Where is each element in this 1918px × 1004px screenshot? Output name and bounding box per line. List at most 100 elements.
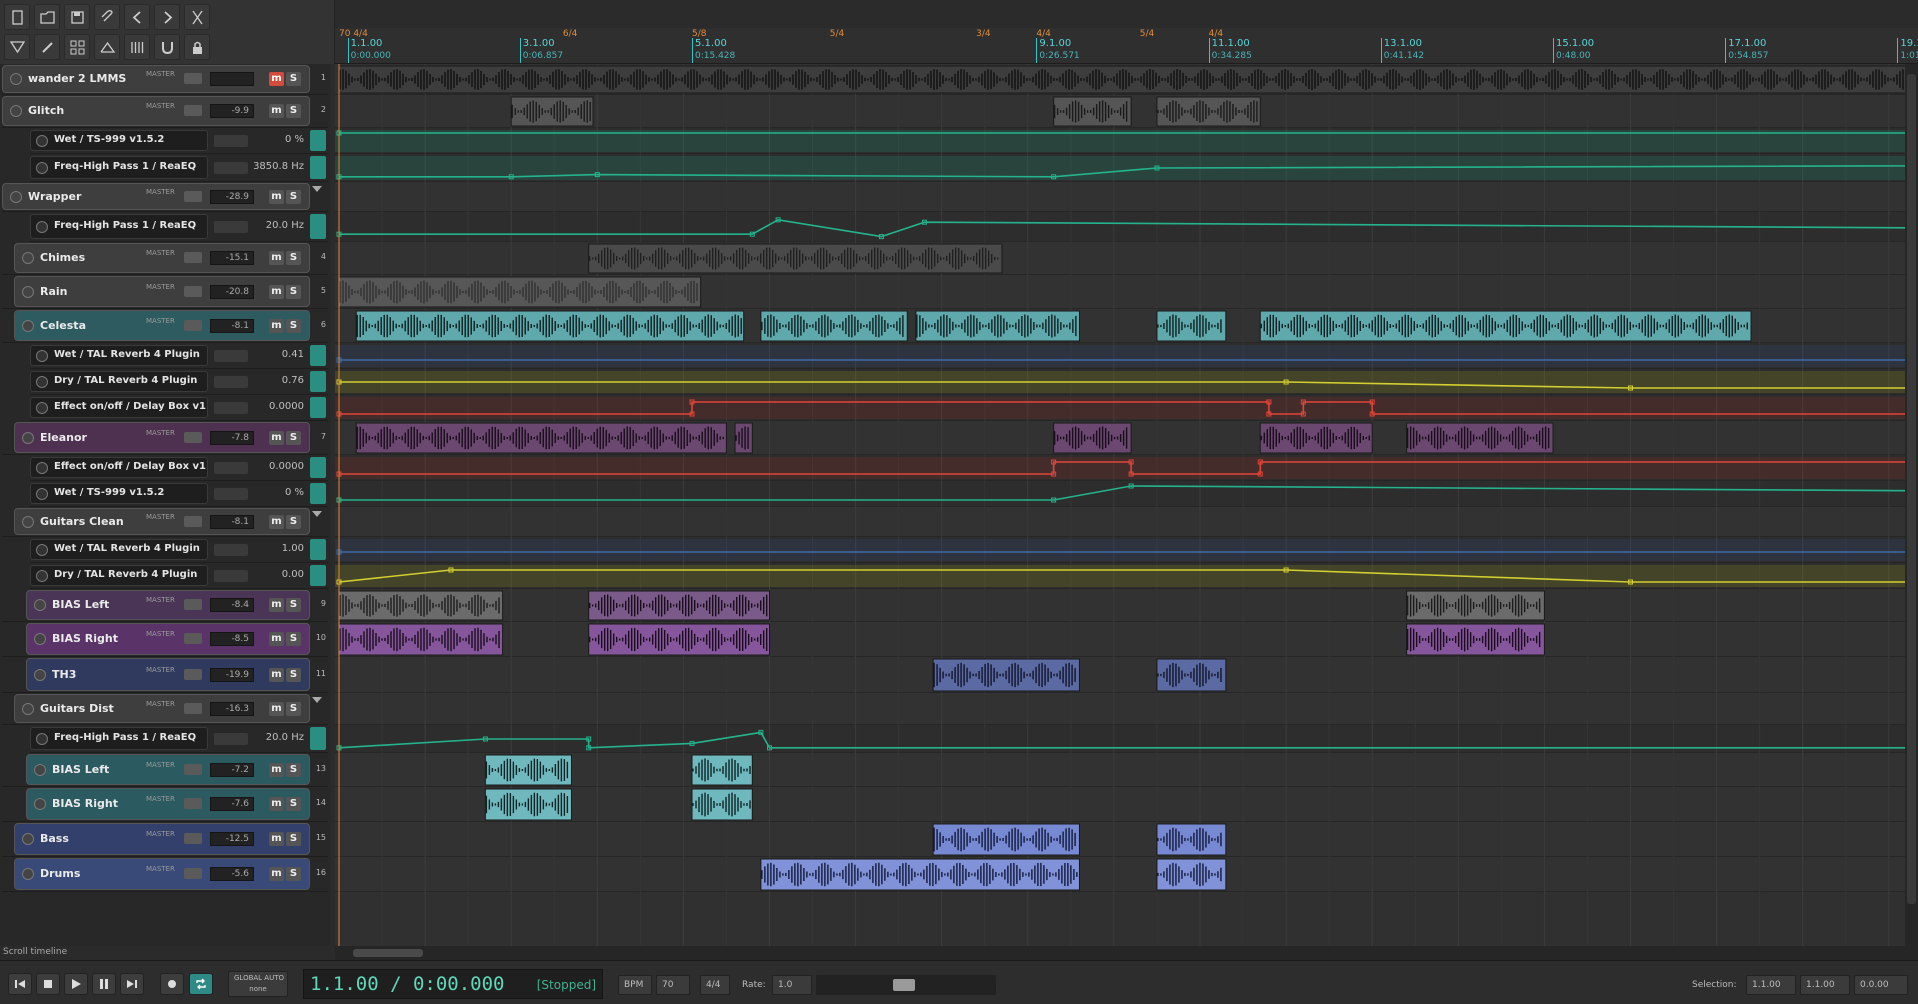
volume-readout[interactable]: -7.8 — [210, 430, 254, 445]
arrange-view[interactable] — [335, 64, 1905, 946]
go-to-end-button[interactable] — [120, 973, 144, 995]
volume-readout[interactable]: -7.2 — [210, 762, 254, 777]
io-button[interactable] — [184, 285, 202, 297]
envelope-arm-button[interactable] — [36, 569, 48, 582]
solo-button[interactable]: S — [286, 104, 301, 118]
record-arm-button[interactable] — [34, 633, 46, 645]
solo-button[interactable]: S — [286, 632, 301, 646]
grid-button[interactable] — [64, 34, 90, 60]
io-button[interactable] — [184, 105, 202, 116]
mute-button[interactable]: m — [269, 797, 284, 811]
volume-readout[interactable]: -9.9 — [210, 104, 254, 118]
track-header[interactable]: Wrapper MASTER -28.9 m S — [2, 182, 328, 212]
ruler-bar-marker[interactable]: 5.1.00 0:15.428 — [692, 38, 735, 63]
mute-button[interactable]: m — [269, 632, 284, 646]
solo-button[interactable]: S — [286, 251, 301, 265]
solo-button[interactable]: S — [286, 72, 301, 86]
rate-field[interactable]: 1.0 — [772, 975, 812, 995]
ripple-button[interactable] — [94, 34, 120, 60]
new-project-button[interactable] — [4, 4, 30, 30]
pause-button[interactable] — [92, 973, 116, 995]
io-button[interactable] — [184, 763, 202, 775]
folder-collapse-icon[interactable] — [312, 186, 322, 192]
track-header[interactable]: Glitch MASTER -9.9 m S 2 — [2, 95, 328, 128]
solo-button[interactable]: S — [286, 667, 301, 682]
mute-button[interactable]: m — [269, 104, 284, 118]
record-arm-button[interactable] — [10, 190, 22, 203]
envelope-lane-header[interactable]: Wet / TS-999 v1.5.2 0 % — [30, 128, 328, 154]
record-arm-button[interactable] — [22, 252, 34, 264]
envelope-arm-button[interactable] — [36, 375, 48, 388]
track-header[interactable]: Guitars Clean MASTER -8.1 m S — [2, 507, 328, 537]
mute-button[interactable]: m — [269, 667, 284, 682]
arrange-canvas[interactable] — [335, 64, 1905, 946]
volume-readout[interactable] — [210, 72, 254, 86]
magnet-button[interactable] — [154, 34, 180, 60]
volume-readout[interactable]: -20.8 — [210, 284, 254, 299]
track-header[interactable]: Bass MASTER -12.5 m S 15 — [2, 822, 328, 857]
track-header[interactable]: Eleanor MASTER -7.8 m S 7 — [2, 421, 328, 455]
lock-button[interactable] — [184, 34, 210, 60]
track-header[interactable]: wander 2 LMMS MASTER m S 1 — [2, 64, 328, 95]
envelope-arm-button[interactable] — [36, 461, 48, 474]
mute-button[interactable]: m — [269, 318, 284, 333]
tempo-marker[interactable]: 5/4 — [830, 29, 844, 39]
record-arm-button[interactable] — [22, 285, 34, 298]
record-arm-button[interactable] — [22, 319, 34, 332]
folder-collapse-icon[interactable] — [312, 697, 322, 703]
track-header[interactable]: BIAS Right MASTER -8.5 m S 10 — [2, 622, 328, 657]
track-header[interactable]: Chimes MASTER -15.1 m S 4 — [2, 242, 328, 275]
envelope-lane-header[interactable]: Freq-High Pass 1 / ReaEQ 3850.8 Hz — [30, 154, 328, 182]
horizontal-scrollbar[interactable] — [335, 946, 1918, 960]
volume-readout[interactable]: -19.9 — [210, 667, 254, 682]
solo-button[interactable]: S — [286, 318, 301, 333]
io-button[interactable] — [184, 702, 202, 714]
envelope-mode-icon[interactable] — [214, 543, 248, 556]
solo-button[interactable]: S — [286, 514, 301, 529]
open-project-button[interactable] — [34, 4, 60, 30]
envelope-arm-button[interactable] — [36, 487, 48, 500]
selection-length[interactable]: 0.0.00 — [1854, 975, 1908, 995]
solo-button[interactable]: S — [286, 284, 301, 299]
track-name[interactable]: Chimes — [40, 250, 85, 266]
record-arm-button[interactable] — [22, 702, 34, 715]
attach-button[interactable] — [94, 4, 120, 30]
mute-button[interactable]: m — [269, 430, 284, 445]
mute-button[interactable]: m — [269, 867, 284, 881]
stop-button[interactable] — [36, 973, 60, 995]
track-name[interactable]: Drums — [40, 866, 80, 882]
envelope-mode-icon[interactable] — [214, 349, 248, 362]
track-name[interactable]: BIAS Right — [52, 796, 118, 812]
undo-button[interactable] — [124, 4, 150, 30]
track-header[interactable]: BIAS Left MASTER -7.2 m S 13 — [2, 753, 328, 787]
rate-slider-thumb[interactable] — [893, 979, 915, 991]
volume-readout[interactable]: -8.1 — [210, 318, 254, 333]
envelope-lane-header[interactable]: Freq-High Pass 1 / ReaEQ 20.0 Hz — [30, 725, 328, 753]
track-header[interactable]: BIAS Right MASTER -7.6 m S 14 — [2, 787, 328, 822]
snap-grid-button[interactable] — [124, 34, 150, 60]
envelope-arm-button[interactable] — [36, 161, 48, 174]
record-button[interactable] — [160, 973, 184, 995]
io-button[interactable] — [184, 668, 202, 680]
mute-button[interactable]: m — [269, 251, 284, 265]
envelope-mode-icon[interactable] — [214, 487, 248, 500]
time-display[interactable]: 1.1.00 / 0:00.000 [Stopped] — [303, 969, 603, 999]
record-arm-button[interactable] — [34, 668, 46, 681]
selection-end[interactable]: 1.1.00 — [1800, 975, 1850, 995]
envelope-lane-header[interactable]: Effect on/off / Delay Box v1 0.0000 — [30, 395, 328, 421]
envelope-mode-icon[interactable] — [214, 401, 248, 414]
record-arm-button[interactable] — [10, 73, 22, 85]
track-header[interactable]: Rain MASTER -20.8 m S 5 — [2, 275, 328, 309]
envelope-tool-button[interactable] — [4, 34, 30, 60]
envelope-mode-icon[interactable] — [214, 732, 248, 745]
solo-button[interactable]: S — [286, 598, 301, 612]
track-name[interactable]: TH3 — [52, 667, 76, 683]
io-button[interactable] — [184, 833, 202, 844]
envelope-lane-header[interactable]: Wet / TAL Reverb 4 Plugin 0.41 — [30, 343, 328, 369]
ruler-bar-marker[interactable]: 13.1.00 0:41.142 — [1380, 38, 1424, 63]
envelope-mode-icon[interactable] — [214, 569, 248, 582]
envelope-lane-header[interactable]: Wet / TS-999 v1.5.2 0 % — [30, 481, 328, 507]
mute-button[interactable]: m — [269, 514, 284, 529]
envelope-mode-icon[interactable] — [214, 220, 248, 233]
volume-readout[interactable]: -12.5 — [210, 832, 254, 846]
